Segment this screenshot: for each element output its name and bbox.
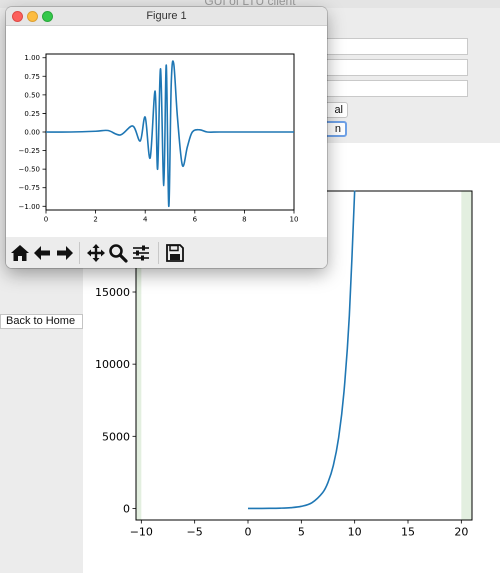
configure-subplots-icon[interactable] — [131, 243, 151, 263]
figure-window: Figure 1 0 2 4 6 8 10 −1.00 −0.75 −0.50 −0.25 0.00… — [6, 7, 327, 268]
y-tick-label: 0.25 — [24, 110, 40, 118]
figure-toolbar — [6, 237, 327, 268]
x-tick-label: 0 — [44, 216, 48, 224]
x-tick-label: 0 — [245, 526, 252, 539]
pan-icon[interactable] — [86, 243, 106, 263]
y-tick-label: 0.50 — [24, 91, 40, 99]
x-tick-label: 2 — [93, 216, 97, 224]
figure-plot: 0 2 4 6 8 10 −1.00 −0.75 −0.50 −0.25 0.00 0.25 0.50 0… — [19, 53, 299, 224]
save-icon[interactable] — [165, 243, 185, 263]
y-tick-label: −0.50 — [19, 166, 40, 174]
zoom-icon[interactable] — [108, 243, 128, 263]
x-tick-label: 15 — [401, 526, 415, 539]
x-tick-label: −10 — [130, 526, 153, 539]
y-tick-label: 0.00 — [24, 129, 40, 137]
y-tick-label: 15000 — [95, 286, 130, 299]
x-tick-label: 8 — [242, 216, 246, 224]
y-tick-label: −0.75 — [19, 184, 40, 192]
y-tick-label: 0.75 — [24, 73, 40, 81]
y-tick-label: 10000 — [95, 358, 130, 371]
home-icon[interactable] — [10, 243, 30, 263]
x-tick-label: 5 — [298, 526, 305, 539]
y-tick-label: −0.25 — [19, 147, 40, 155]
x-tick-label: 6 — [193, 216, 198, 224]
y-tick-label: 1.00 — [24, 54, 40, 62]
x-tick-label: 4 — [143, 216, 148, 224]
x-tick-label: 10 — [348, 526, 362, 539]
toolbar-separator — [79, 242, 80, 264]
x-tick-label: 10 — [290, 216, 299, 224]
y-tick-label: 5000 — [102, 430, 130, 443]
x-tick-label: 20 — [454, 526, 468, 539]
x-tick-label: −5 — [187, 526, 203, 539]
y-tick-label: 0 — [123, 502, 130, 515]
y-tick-label: −1.00 — [19, 203, 40, 211]
figure-titlebar[interactable]: Figure 1 — [6, 7, 327, 26]
back-arrow-icon[interactable] — [32, 243, 52, 263]
toolbar-separator — [158, 242, 159, 264]
back-to-home-button[interactable]: Back to Home — [0, 314, 83, 329]
forward-arrow-icon[interactable] — [55, 243, 75, 263]
figure-title: Figure 1 — [146, 10, 187, 22]
data-line — [45, 60, 294, 208]
shaded-span — [461, 191, 472, 520]
